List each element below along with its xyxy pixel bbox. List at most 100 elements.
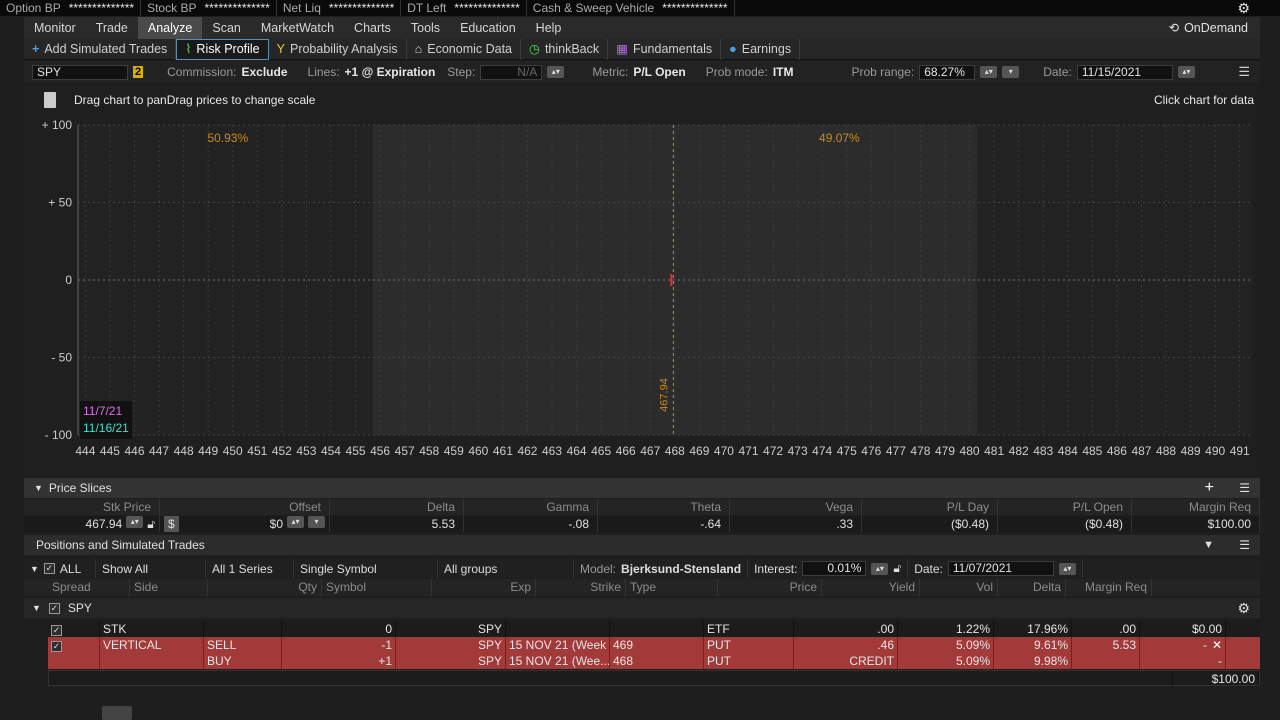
- row-checkbox[interactable]: ✓: [51, 625, 62, 636]
- series-filter[interactable]: All 1 Series: [206, 559, 294, 578]
- symbol-badge[interactable]: 2: [133, 66, 144, 78]
- account-item-dt-left[interactable]: DT Left **************: [401, 0, 527, 16]
- prob-right-label: 49.07%: [819, 131, 860, 145]
- x-tick-label: 444: [75, 444, 95, 458]
- gear-icon[interactable]: ⚙: [1237, 600, 1250, 617]
- positions-date-stepper[interactable]: ▴▾: [1058, 562, 1076, 575]
- chart-click-hint: Click chart for data: [1153, 93, 1254, 107]
- model-select[interactable]: Bjerksund-Stensland: [621, 562, 741, 576]
- positions-table-header: Spread Side Qty Symbol Exp Strike Type P…: [24, 579, 1260, 596]
- stk-price-value[interactable]: 467.94: [86, 516, 123, 532]
- risk-profile-chart[interactable]: Drag chart to panDrag prices to change s…: [24, 85, 1260, 475]
- prob-range-dropdown[interactable]: ▾: [1002, 66, 1020, 78]
- menu-icon[interactable]: ☰: [1238, 64, 1250, 80]
- tab-fundamentals[interactable]: ▦ Fundamentals: [608, 38, 722, 60]
- menu-marketwatch[interactable]: MarketWatch: [251, 17, 344, 39]
- x-tick-label: 446: [124, 444, 144, 458]
- collapse-icon[interactable]: ▼: [32, 603, 41, 613]
- collapse-icon[interactable]: ▼: [30, 564, 39, 574]
- account-item-net-liq[interactable]: Net Liq **************: [277, 0, 402, 16]
- interest-input[interactable]: 0.01%: [802, 561, 867, 576]
- x-tick-label: 460: [468, 444, 488, 458]
- commission-select[interactable]: Exclude: [241, 65, 287, 79]
- close-icon[interactable]: ✕: [1212, 637, 1222, 653]
- add-slice-icon[interactable]: +: [1205, 479, 1214, 497]
- tab-thinkback[interactable]: ◷ thinkBack: [521, 38, 609, 60]
- x-tick-label: 466: [616, 444, 636, 458]
- account-item-option-bp[interactable]: Option BP **************: [0, 0, 142, 16]
- tab-probability-analysis[interactable]: Y Probability Analysis: [269, 38, 407, 60]
- offset-value[interactable]: $0: [270, 516, 283, 532]
- prob-left-label: 50.93%: [207, 131, 248, 145]
- x-tick-label: 474: [812, 444, 832, 458]
- offset-dropdown[interactable]: ▾: [308, 516, 325, 528]
- x-tick-label: 457: [395, 444, 415, 458]
- interest-stepper[interactable]: ▴▾: [871, 562, 889, 575]
- chart-header: Drag chart to panDrag prices to change s…: [24, 85, 1260, 115]
- select-all-checkbox[interactable]: ✓: [43, 563, 55, 574]
- group-row-spy[interactable]: ▼ ✓ SPY ⚙: [24, 598, 1260, 618]
- tab-add-simulated-trades[interactable]: + Add Simulated Trades: [24, 38, 177, 60]
- prob-range-stepper[interactable]: ▴▾: [980, 66, 998, 78]
- x-tick-label: 490: [1205, 444, 1225, 458]
- chart-hint: Drag chart to panDrag prices to change s…: [74, 93, 316, 107]
- prob-range-input[interactable]: 68.27%: [919, 64, 976, 80]
- history-icon: ⟲: [1168, 21, 1180, 35]
- step-stepper[interactable]: ▴▾: [547, 66, 565, 78]
- positions-filter-bar: ▼ ✓ ALL Show All All 1 Series Single Symbo…: [24, 559, 1260, 578]
- lock-icon[interactable]: 🔓︎: [893, 561, 901, 576]
- account-item-stock-bp[interactable]: Stock BP **************: [141, 0, 277, 16]
- stk-price-stepper[interactable]: ▴▾: [126, 516, 144, 528]
- date-stepper[interactable]: ▴▾: [1177, 66, 1195, 78]
- x-tick-label: 469: [689, 444, 709, 458]
- groups-filter[interactable]: All groups: [438, 559, 574, 578]
- menu-icon[interactable]: ☰: [1239, 538, 1250, 552]
- menu-analyze[interactable]: Analyze: [137, 17, 203, 39]
- tab-risk-profile[interactable]: ⌇ Risk Profile: [176, 38, 269, 60]
- collapse-icon[interactable]: ▼: [34, 483, 43, 493]
- group-checkbox[interactable]: ✓: [48, 602, 60, 614]
- account-item-cash-sweep[interactable]: Cash & Sweep Vehicle **************: [527, 0, 735, 16]
- price-slices-header-row: Stk Price Offset Delta Gamma Theta Vega …: [24, 499, 1260, 515]
- position-row-vertical-buy[interactable]: BUY +1 SPY 15 NOV 21 (Wee... 468 PUT CRE…: [48, 653, 1260, 669]
- menu-education[interactable]: Education: [450, 17, 526, 39]
- analyze-toolbar: + Add Simulated Trades ⌇ Risk Profile Y Pro…: [24, 38, 1260, 60]
- menu-help[interactable]: Help: [526, 17, 572, 39]
- metric-select[interactable]: P/L Open: [633, 65, 685, 79]
- date-input[interactable]: 11/15/2021: [1076, 64, 1173, 80]
- menu-scan[interactable]: Scan: [202, 17, 251, 39]
- dollar-icon[interactable]: $: [164, 516, 179, 532]
- menu-monitor[interactable]: Monitor: [24, 17, 86, 39]
- price-slices-header[interactable]: ▼ Price Slices + ☰: [24, 478, 1260, 498]
- menu-tools[interactable]: Tools: [401, 17, 450, 39]
- menu-icon[interactable]: ☰: [1239, 481, 1250, 495]
- gear-icon[interactable]: ⚙: [1237, 0, 1250, 16]
- y-tick-label: - 50: [51, 351, 72, 365]
- x-tick-label: 487: [1131, 444, 1151, 458]
- pl-plot[interactable]: + 100 + 50 0 - 50 - 100 444 445 446 447 448 449 45…: [24, 115, 1260, 475]
- lines-select[interactable]: +1 @ Expiration: [345, 65, 436, 79]
- position-row-vertical-sell[interactable]: ✓ VERTICAL SELL -1 SPY 15 NOV 21 (Week 4…: [48, 637, 1260, 653]
- scroll-handle[interactable]: [102, 706, 132, 720]
- offset-stepper[interactable]: ▴▾: [287, 516, 304, 528]
- positions-header[interactable]: Positions and Simulated Trades ▼ ☰: [24, 535, 1260, 555]
- y-tick-label: + 50: [48, 196, 72, 210]
- step-input[interactable]: N/A: [480, 64, 543, 80]
- probmode-select[interactable]: ITM: [773, 65, 794, 79]
- position-row-stk[interactable]: ✓ STK 0 SPY ETF .00 1.22% 17.96% .00 $0.…: [48, 621, 1260, 637]
- symbol-filter[interactable]: Single Symbol: [294, 559, 438, 578]
- ondemand-button[interactable]: ⟲ OnDemand: [1169, 17, 1248, 39]
- chart-mode-icon[interactable]: [44, 92, 56, 108]
- tab-earnings[interactable]: ● Earnings: [721, 38, 801, 60]
- positions-date-input[interactable]: 11/07/2021: [947, 561, 1054, 576]
- row-checkbox[interactable]: ✓: [51, 641, 62, 652]
- legend-series-1: 11/7/21: [83, 404, 123, 418]
- menu-charts[interactable]: Charts: [344, 17, 401, 39]
- menu-trade[interactable]: Trade: [86, 17, 138, 39]
- symbol-selector[interactable]: SPY: [32, 64, 128, 80]
- tab-economic-data[interactable]: ⌂ Economic Data: [407, 38, 522, 60]
- y-tick-label: + 100: [42, 118, 73, 132]
- lock-icon[interactable]: 🔓︎: [147, 516, 155, 532]
- collapse-all-icon[interactable]: ▼: [1203, 539, 1214, 551]
- show-filter[interactable]: Show All: [96, 559, 206, 578]
